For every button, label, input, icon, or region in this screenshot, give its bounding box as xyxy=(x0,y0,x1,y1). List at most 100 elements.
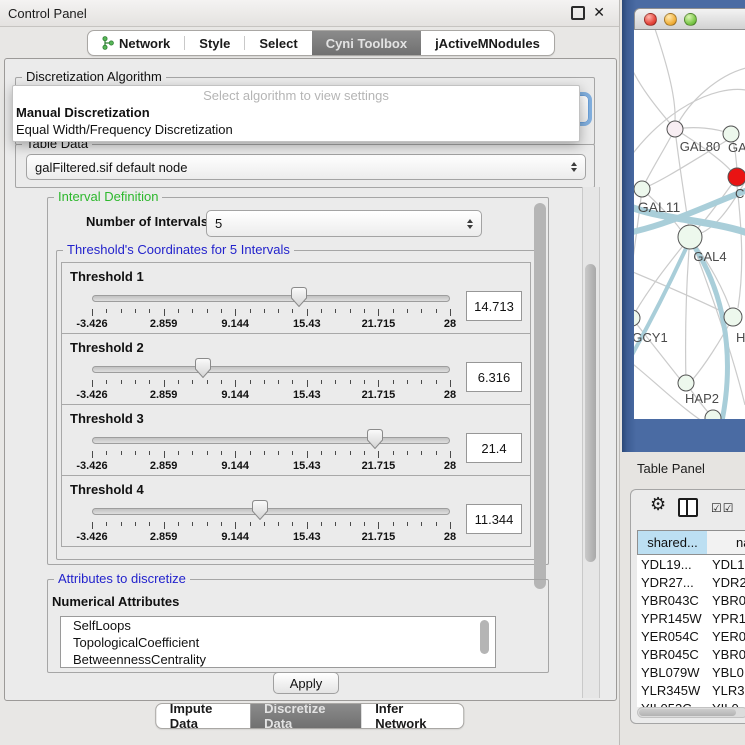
slider-tick xyxy=(436,309,437,313)
tab-cyni-toolbox[interactable]: Cyni Toolbox xyxy=(312,31,421,55)
interval-definition-group: Interval Definition Number of Intervals … xyxy=(47,197,549,565)
tick-label: 9.144 xyxy=(221,531,249,543)
threshold-label: Threshold 2 xyxy=(70,340,522,355)
slider-tick xyxy=(250,309,251,313)
table-row[interactable]: YPR145WYPR1 xyxy=(637,609,745,627)
threshold-slider[interactable]: -3.4262.8599.14415.4321.71528 xyxy=(92,358,450,404)
network-canvas[interactable]: GAL80GAL3CGAL11GAL4GCY1HHAP2 xyxy=(634,30,745,419)
tick-label: 15.43 xyxy=(293,531,321,543)
cell-name: YBR0 xyxy=(708,647,745,662)
zoom-traffic-light-icon[interactable] xyxy=(684,13,697,26)
threshold-box-1: Threshold 1-3.4262.8599.14415.4321.71528… xyxy=(61,262,531,334)
network-node-hap2[interactable] xyxy=(678,375,694,391)
network-node-gal4[interactable] xyxy=(678,225,702,249)
tab-jactivemnodules[interactable]: jActiveMNodules xyxy=(421,31,554,55)
apply-button-label: Apply xyxy=(290,676,323,691)
tab-style[interactable]: Style xyxy=(185,31,244,55)
slider-track[interactable] xyxy=(92,508,450,515)
algorithm-option-manual-discretization[interactable]: Manual Discretization xyxy=(13,104,579,121)
threshold-slider[interactable]: -3.4262.8599.14415.4321.71528 xyxy=(92,500,450,546)
network-node-gal80[interactable] xyxy=(667,121,683,137)
minimize-traffic-light-icon[interactable] xyxy=(664,13,677,26)
slider-track[interactable] xyxy=(92,295,450,302)
close-traffic-light-icon[interactable] xyxy=(644,13,657,26)
threshold-value-field[interactable]: 11.344 xyxy=(466,504,522,534)
attributes-group: Attributes to discretize Numerical Attri… xyxy=(47,579,549,673)
slider-track[interactable] xyxy=(92,366,450,373)
split-view-icon[interactable] xyxy=(678,498,698,517)
table-data-selected: galFiltered.sif default node xyxy=(35,160,187,175)
network-window-titlebar[interactable] xyxy=(634,8,745,30)
table-row[interactable]: YDR27...YDR2 xyxy=(637,573,745,591)
threshold-slider[interactable]: -3.4262.8599.14415.4321.71528 xyxy=(92,429,450,475)
tick-label: 9.144 xyxy=(221,318,249,330)
network-node-gcy1[interactable] xyxy=(634,310,640,326)
attribute-item-topologicalcoefficient[interactable]: TopologicalCoefficient xyxy=(61,634,495,651)
threshold-slider[interactable]: -3.4262.8599.14415.4321.71528 xyxy=(92,287,450,333)
gear-icon[interactable]: ⚙ xyxy=(650,496,666,514)
column-header-shared-name[interactable]: shared... xyxy=(637,530,708,555)
cell-shared-name: YBR043C xyxy=(637,593,708,608)
threshold-value-field[interactable]: 21.4 xyxy=(466,433,522,463)
table-row[interactable]: YBR043CYBR0 xyxy=(637,591,745,609)
tab-label: Select xyxy=(259,36,297,51)
panel-scrollbar-thumb[interactable] xyxy=(585,264,596,562)
slider-handle[interactable] xyxy=(367,429,383,449)
slider-tick xyxy=(292,522,293,526)
slider-tick xyxy=(221,522,222,526)
table-row[interactable]: YLR345WYLR3 xyxy=(637,681,745,699)
cell-name: YDL1 xyxy=(708,557,745,572)
table-hscrollbar-thumb[interactable] xyxy=(639,709,736,716)
tab-infer-network[interactable]: Infer Network xyxy=(361,704,463,728)
slider-tick xyxy=(321,522,322,526)
num-intervals-value: 5 xyxy=(215,216,222,231)
table-row[interactable]: YER054CYER0 xyxy=(637,627,745,645)
num-intervals-combobox[interactable]: 5 xyxy=(206,210,482,237)
slider-handle[interactable] xyxy=(252,500,268,520)
algorithm-option-equal-width-frequency-discretization[interactable]: Equal Width/Frequency Discretization xyxy=(13,121,579,138)
attribute-item-selfloops[interactable]: SelfLoops xyxy=(61,617,495,634)
slider-tick xyxy=(378,451,379,458)
slider-handle[interactable] xyxy=(195,358,211,378)
panel-scrollbar-track[interactable] xyxy=(582,187,600,698)
slider-tick xyxy=(292,380,293,384)
slider-tick xyxy=(192,380,193,384)
network-node-red-node[interactable] xyxy=(728,168,745,186)
threshold-value-field[interactable]: 6.316 xyxy=(466,362,522,392)
slider-tick xyxy=(221,380,222,384)
attributes-list-scrollbar-thumb[interactable] xyxy=(480,620,489,654)
slider-tick xyxy=(450,522,451,529)
apply-button[interactable]: Apply xyxy=(273,672,339,694)
tab-discretize-data[interactable]: Discretize Data xyxy=(250,704,361,728)
slider-handle[interactable] xyxy=(291,287,307,307)
tab-network[interactable]: Network xyxy=(88,31,184,55)
table-row[interactable]: YIL052CYIL0 xyxy=(637,699,745,707)
network-node-gal11[interactable] xyxy=(634,181,650,197)
attribute-item-betweennesscentrality[interactable]: BetweennessCentrality xyxy=(61,651,495,668)
threshold-value-field[interactable]: 14.713 xyxy=(466,291,522,321)
network-node-h-node[interactable] xyxy=(724,308,742,326)
slider-tick xyxy=(92,380,93,387)
table-data-combobox[interactable]: galFiltered.sif default node xyxy=(26,154,586,180)
table-row[interactable]: YDL19...YDL1 xyxy=(637,555,745,573)
cell-shared-name: YLR345W xyxy=(637,683,708,698)
tab-impute-data[interactable]: Impute Data xyxy=(156,704,250,728)
table-row[interactable]: YBR045CYBR0 xyxy=(637,645,745,663)
network-node-label: H xyxy=(736,330,745,345)
slider-tick xyxy=(450,451,451,458)
cell-name: YDR2 xyxy=(708,575,745,590)
float-window-icon[interactable] xyxy=(571,6,585,20)
cell-name: YER0 xyxy=(708,629,745,644)
tab-select[interactable]: Select xyxy=(245,31,311,55)
table-hscrollbar-track[interactable] xyxy=(637,707,745,718)
checkbox-icons[interactable]: ☑☑ xyxy=(711,501,735,515)
tick-label: 21.715 xyxy=(362,460,396,472)
slider-tick xyxy=(106,451,107,455)
slider-tick xyxy=(364,309,365,313)
column-header-name[interactable]: na xyxy=(707,530,745,555)
table-row[interactable]: YBL079WYBL0 xyxy=(637,663,745,681)
close-icon[interactable]: ✕ xyxy=(593,6,605,20)
slider-track[interactable] xyxy=(92,437,450,444)
settings-scrollbar-thumb[interactable] xyxy=(534,203,546,589)
attributes-group-title: Attributes to discretize xyxy=(54,571,190,587)
